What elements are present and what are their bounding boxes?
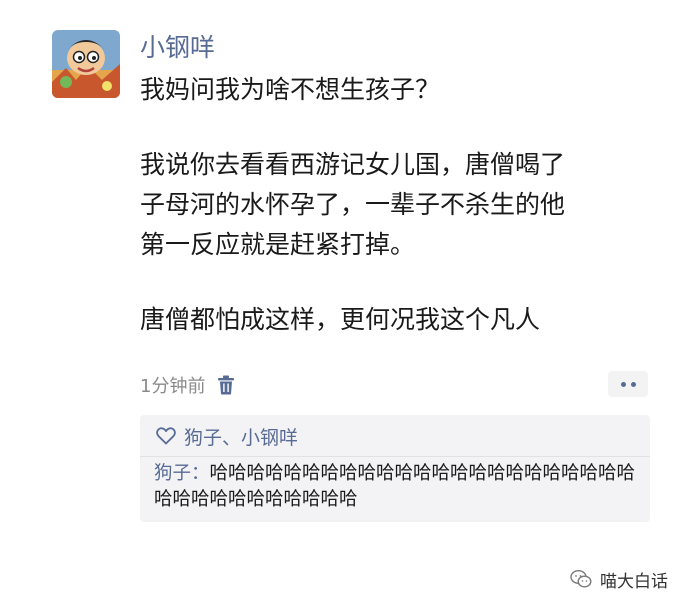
- post-paragraph: 唐僧都怕成这样，更何况我这个凡人: [140, 305, 541, 334]
- divider: [140, 456, 650, 457]
- post-paragraph: 我说你去看看西游记女儿国，唐僧喝了 子母河的水怀孕了，一辈子不杀生的他 第一反应…: [140, 150, 566, 259]
- timestamp: 1分钟前: [140, 376, 206, 397]
- avatar[interactable]: [52, 30, 120, 98]
- dot: [620, 381, 626, 387]
- watermark: 喵大白话: [570, 566, 668, 592]
- author-name[interactable]: 小钢咩: [140, 31, 215, 65]
- comment[interactable]: 狗子：哈哈哈哈哈哈哈哈哈哈哈哈哈哈哈哈哈哈哈哈哈哈哈哈哈哈哈哈哈哈哈哈哈哈: [154, 461, 639, 513]
- likes-names[interactable]: 狗子、小钢咩: [184, 423, 298, 450]
- comment-author[interactable]: 狗子: [154, 463, 191, 484]
- post-content: 我妈问我为啥不想生孩子？ 我说你去看看西游记女儿国，唐僧喝了 子母河的水怀孕了，…: [140, 70, 660, 340]
- trash-icon[interactable]: [217, 375, 235, 395]
- likes-row: 狗子、小钢咩: [156, 421, 298, 451]
- comment-separator: ：: [191, 463, 210, 484]
- wechat-icon: [570, 569, 592, 589]
- post-meta: 1分钟前: [140, 368, 235, 402]
- avatar-cartoon-image: [52, 30, 120, 98]
- more-dots-button[interactable]: [608, 371, 648, 397]
- dot: [630, 381, 636, 387]
- interaction-panel: 狗子、小钢咩 狗子：哈哈哈哈哈哈哈哈哈哈哈哈哈哈哈哈哈哈哈哈哈哈哈哈哈哈哈哈哈哈…: [140, 415, 650, 522]
- watermark-text: 喵大白话: [600, 571, 668, 592]
- comment-text: 哈哈哈哈哈哈哈哈哈哈哈哈哈哈哈哈哈哈哈哈哈哈哈哈哈哈哈哈哈哈哈哈哈哈: [154, 463, 636, 510]
- heart-icon: [156, 427, 176, 445]
- post-paragraph: 我妈问我为啥不想生孩子？: [140, 75, 441, 104]
- moments-post: 小钢咩 我妈问我为啥不想生孩子？ 我说你去看看西游记女儿国，唐僧喝了 子母河的水…: [0, 0, 690, 608]
